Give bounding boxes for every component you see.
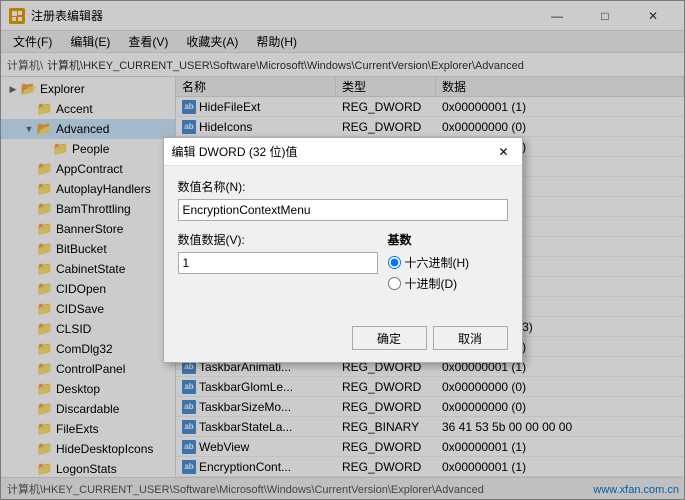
dec-radio-label[interactable]: 十进制(D) (388, 275, 508, 292)
edit-dword-dialog: 编辑 DWORD (32 位)值 ✕ 数值名称(N): 数值数据(V): 基数 … (163, 137, 523, 363)
cancel-button[interactable]: 取消 (433, 326, 508, 350)
dec-radio-text: 十进制(D) (405, 275, 458, 292)
dialog-title: 编辑 DWORD (32 位)值 (172, 143, 298, 160)
radix-column: 基数 十六进制(H) 十进制(D) (388, 231, 508, 296)
value-input[interactable] (178, 252, 378, 274)
ok-button[interactable]: 确定 (352, 326, 427, 350)
dialog-body: 数值名称(N): 数值数据(V): 基数 十六进制(H) 十进制(D) (164, 166, 522, 320)
name-label: 数值名称(N): (178, 178, 508, 195)
value-column: 数值数据(V): (178, 231, 378, 296)
hex-radio-label[interactable]: 十六进制(H) (388, 254, 508, 271)
value-label: 数值数据(V): (178, 231, 378, 248)
dec-radio[interactable] (388, 277, 401, 290)
dialog-footer: 确定 取消 (164, 320, 522, 362)
hex-radio[interactable] (388, 256, 401, 269)
dialog-title-bar: 编辑 DWORD (32 位)值 ✕ (164, 138, 522, 166)
dialog-close-button[interactable]: ✕ (494, 142, 514, 162)
hex-radio-text: 十六进制(H) (405, 254, 470, 271)
modal-overlay: 编辑 DWORD (32 位)值 ✕ 数值名称(N): 数值数据(V): 基数 … (0, 0, 685, 500)
name-input[interactable] (178, 199, 508, 221)
radix-label: 基数 (388, 231, 508, 248)
dialog-value-row: 数值数据(V): 基数 十六进制(H) 十进制(D) (178, 231, 508, 296)
